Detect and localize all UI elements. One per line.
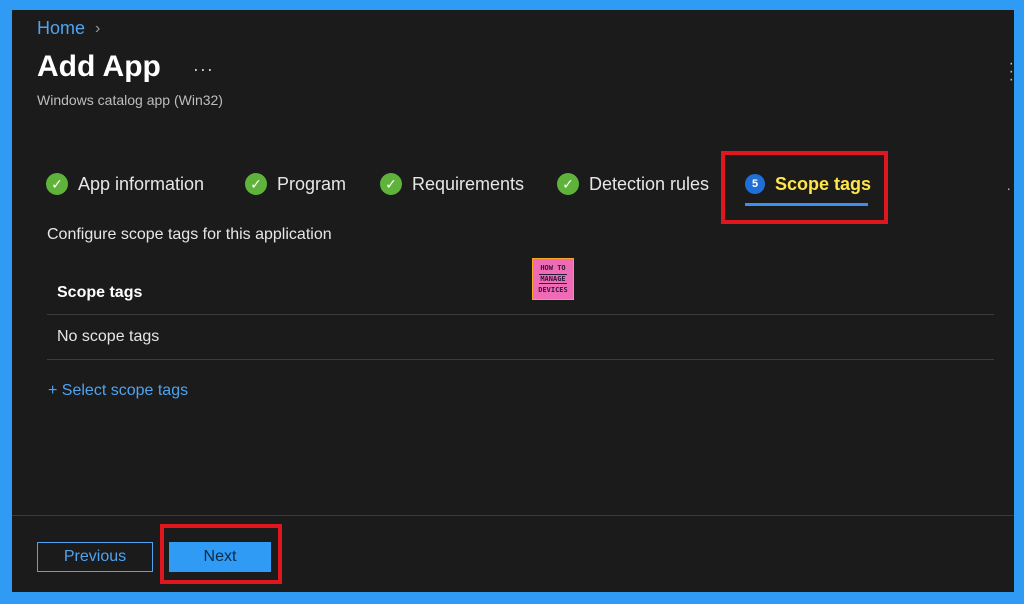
step-label: Program	[277, 173, 347, 194]
table-header: Scope tags	[47, 272, 994, 315]
breadcrumb: Home ›	[37, 18, 100, 39]
page-title: Add App	[37, 50, 161, 83]
next-button-highlight-box	[160, 524, 282, 584]
how-to-manage-devices-logo: HOW TO MANAGE DEVICES	[532, 258, 574, 300]
steps-overflow-dot: ·	[1006, 180, 1011, 196]
check-icon: ✓	[46, 173, 68, 195]
step-requirements[interactable]: ✓ Requirements	[380, 170, 524, 198]
check-icon: ✓	[380, 173, 402, 195]
select-scope-tags-link[interactable]: + Select scope tags	[48, 382, 188, 400]
title-row: Add App ···	[37, 50, 214, 84]
step-label: App information	[78, 173, 205, 194]
check-icon: ✓	[557, 173, 579, 195]
footer-divider	[12, 515, 1014, 516]
vertical-dots-icon[interactable]: · · ·	[1009, 56, 1014, 88]
scope-tags-description: Configure scope tags for this applicatio…	[47, 226, 332, 243]
step-label: Detection rules	[589, 173, 710, 194]
logo-text-line3: DEVICES	[538, 286, 568, 294]
step-program[interactable]: ✓ Program	[245, 170, 346, 198]
step-app-information[interactable]: ✓ App information	[46, 170, 204, 198]
scope-tags-table: Scope tags No scope tags	[47, 272, 994, 360]
scope-tags-highlight-box	[721, 151, 888, 224]
breadcrumb-home-link[interactable]: Home	[37, 18, 85, 39]
step-detection-rules[interactable]: ✓ Detection rules	[557, 170, 709, 198]
table-row: No scope tags	[47, 315, 994, 360]
check-icon: ✓	[245, 173, 267, 195]
logo-text-line1: HOW TO	[540, 264, 566, 272]
add-app-panel: Home › Add App ··· Windows catalog app (…	[12, 10, 1014, 592]
page-subtitle: Windows catalog app (Win32)	[37, 92, 223, 108]
previous-button[interactable]: Previous	[37, 542, 153, 572]
logo-text-line2: MANAGE	[539, 274, 567, 284]
step-label: Requirements	[412, 173, 525, 194]
more-options-icon[interactable]: ···	[193, 59, 214, 80]
chevron-right-icon: ›	[95, 19, 101, 37]
